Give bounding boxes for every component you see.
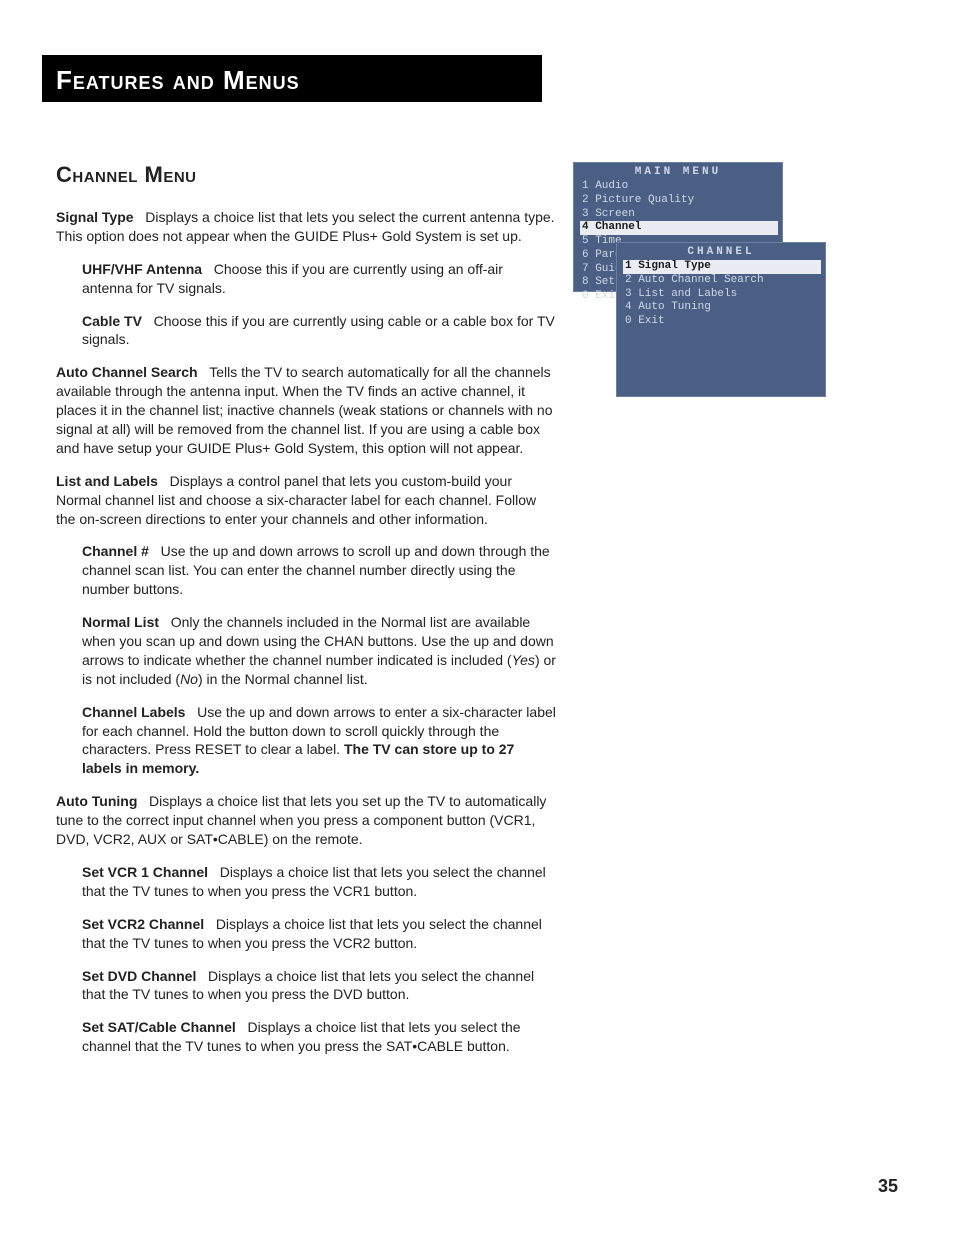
entry: Normal ListOnly the channels included in…: [82, 613, 556, 689]
entry: Auto TuningDisplays a choice list that l…: [56, 792, 556, 849]
entry-term: Auto Channel Search: [56, 364, 209, 380]
entry: Set VCR 1 ChannelDisplays a choice list …: [82, 863, 556, 901]
osd-row: 4 Auto Tuning: [625, 301, 819, 315]
entry-term: Cable TV: [82, 313, 154, 329]
columns: Channel Menu Signal TypeDisplays a choic…: [56, 162, 898, 1070]
section-title: Channel Menu: [56, 162, 556, 188]
entry-term: Set SAT/Cable Channel: [82, 1019, 247, 1035]
entry-term: UHF/VHF Antenna: [82, 261, 214, 277]
entry: Channel LabelsUse the up and down arrows…: [82, 703, 556, 779]
osd-row: 4 Channel: [580, 221, 778, 235]
osd-sub-items: 1 Signal Type2 Auto Channel Search3 List…: [617, 260, 825, 333]
entry-term: Channel #: [82, 543, 161, 559]
entry: Set DVD ChannelDisplays a choice list th…: [82, 967, 556, 1005]
chapter-title: Features and Menus: [56, 65, 528, 96]
osd-row: 3 List and Labels: [625, 288, 819, 302]
osd-row: 2 Auto Channel Search: [625, 274, 819, 288]
entry: Set SAT/Cable ChannelDisplays a choice l…: [82, 1018, 556, 1056]
entry-term: Auto Tuning: [56, 793, 149, 809]
osd-main-title: MAIN MENU: [574, 163, 782, 180]
entry: Set VCR2 ChannelDisplays a choice list t…: [82, 915, 556, 953]
page: Features and Menus Channel Menu Signal T…: [0, 0, 954, 1235]
entry-term: Set VCR 1 Channel: [82, 864, 220, 880]
osd-row: 2 Picture Quality: [582, 194, 776, 208]
entry-term: Channel Labels: [82, 704, 197, 720]
osd-row: 0 Exit: [625, 315, 819, 329]
entry: Cable TVChoose this if you are currently…: [82, 312, 556, 350]
entry: UHF/VHF AntennaChoose this if you are cu…: [82, 260, 556, 298]
osd-channel-submenu: CHANNEL 1 Signal Type2 Auto Channel Sear…: [616, 242, 826, 397]
figure-column: MAIN MENU 1 Audio2 Picture Quality3 Scre…: [588, 162, 828, 1070]
osd-row: 3 Screen: [582, 208, 776, 222]
entry: List and LabelsDisplays a control panel …: [56, 472, 556, 529]
entry-term: Set DVD Channel: [82, 968, 208, 984]
entry-term: Set VCR2 Channel: [82, 916, 216, 932]
body-column: Channel Menu Signal TypeDisplays a choic…: [56, 162, 556, 1070]
osd-row: 1 Audio: [582, 180, 776, 194]
entry-body: Choose this if you are currently using c…: [82, 313, 555, 348]
entry-term: Signal Type: [56, 209, 145, 225]
chapter-title-bar: Features and Menus: [42, 55, 542, 102]
page-number: 35: [878, 1176, 898, 1197]
entry-term: List and Labels: [56, 473, 170, 489]
entry: Signal TypeDisplays a choice list that l…: [56, 208, 556, 246]
entry-term: Normal List: [82, 614, 171, 630]
entry: Auto Channel SearchTells the TV to searc…: [56, 363, 556, 457]
osd-sub-title: CHANNEL: [617, 243, 825, 260]
osd-figure: MAIN MENU 1 Audio2 Picture Quality3 Scre…: [588, 162, 828, 412]
entry: Channel #Use the up and down arrows to s…: [82, 542, 556, 599]
osd-row: 1 Signal Type: [623, 260, 821, 274]
entries: Signal TypeDisplays a choice list that l…: [56, 208, 556, 1056]
